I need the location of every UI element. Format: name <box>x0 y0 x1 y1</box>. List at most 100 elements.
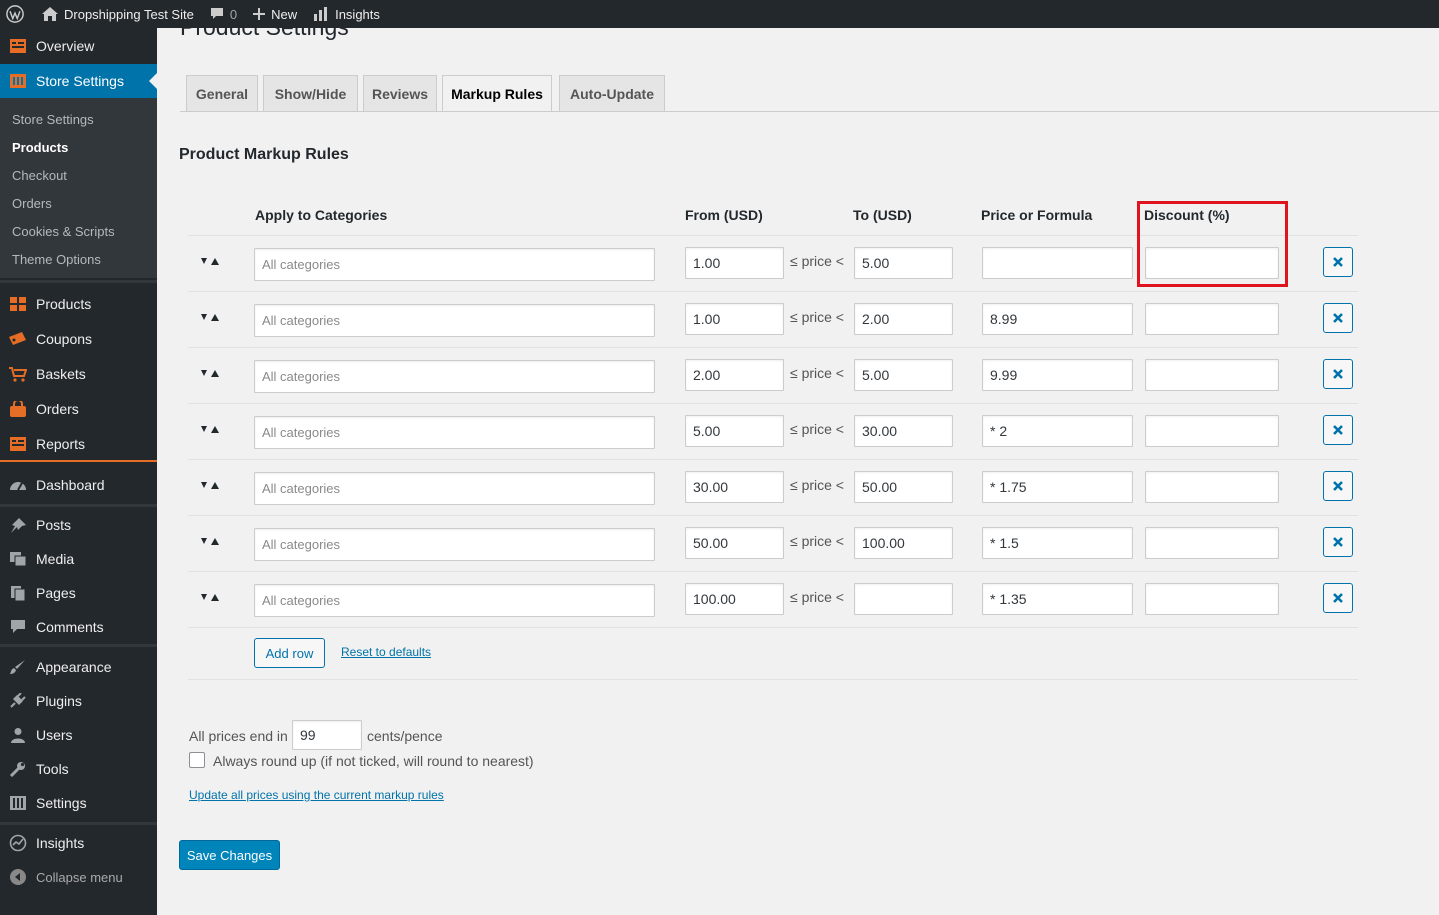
wordpress-logo-icon[interactable] <box>0 0 34 28</box>
to-input[interactable] <box>854 359 953 391</box>
to-input[interactable] <box>854 247 953 279</box>
menu-users[interactable]: Users <box>0 718 157 752</box>
category-input[interactable] <box>254 360 655 393</box>
close-icon <box>1333 425 1343 435</box>
menu-appearance[interactable]: Appearance <box>0 650 157 684</box>
tab-markup-rules[interactable]: Markup Rules <box>442 75 552 112</box>
delete-row-button[interactable] <box>1323 583 1353 613</box>
submenu-orders[interactable]: Orders <box>12 196 52 211</box>
menu-settings[interactable]: Settings <box>0 786 157 820</box>
to-input[interactable] <box>854 583 953 615</box>
sort-handle-icon[interactable] <box>195 527 225 557</box>
sort-handle-icon[interactable] <box>195 583 225 613</box>
category-input[interactable] <box>254 584 655 617</box>
site-name-link[interactable]: Dropshipping Test Site <box>34 0 202 28</box>
price-formula-input[interactable] <box>982 471 1133 503</box>
tab-auto-update[interactable]: Auto-Update <box>559 75 665 111</box>
menu-posts[interactable]: Posts <box>0 508 157 542</box>
menu-store-settings[interactable]: Store Settings <box>0 64 157 98</box>
sort-handle-icon[interactable] <box>195 303 225 333</box>
menu-products[interactable]: Products <box>0 287 157 321</box>
menu-orders[interactable]: Orders <box>0 392 157 426</box>
price-formula-input[interactable] <box>982 583 1133 615</box>
from-input[interactable] <box>685 527 784 559</box>
menu-dashboard[interactable]: Dashboard <box>0 468 157 502</box>
price-formula-input[interactable] <box>982 415 1133 447</box>
sort-handle-icon[interactable] <box>195 471 225 501</box>
category-input[interactable] <box>254 248 655 281</box>
close-icon <box>1333 481 1343 491</box>
sort-handle-icon[interactable] <box>195 247 225 277</box>
basket-icon <box>0 366 36 382</box>
cents-input[interactable] <box>292 720 362 750</box>
menu-insights[interactable]: Insights <box>0 826 157 860</box>
tab-reviews[interactable]: Reviews <box>363 75 437 111</box>
delete-row-button[interactable] <box>1323 247 1353 277</box>
price-formula-input[interactable] <box>982 247 1133 279</box>
menu-comments[interactable]: Comments <box>0 610 157 644</box>
menu-media[interactable]: Media <box>0 542 157 576</box>
menu-label: Posts <box>36 517 72 533</box>
discount-input[interactable] <box>1145 247 1279 279</box>
from-input[interactable] <box>685 247 784 279</box>
menu-pages[interactable]: Pages <box>0 576 157 610</box>
from-input[interactable] <box>685 415 784 447</box>
reset-defaults-link[interactable]: Reset to defaults <box>341 645 431 659</box>
submenu-products[interactable]: Products <box>12 140 68 155</box>
close-icon <box>1333 593 1343 603</box>
delete-row-button[interactable] <box>1323 471 1353 501</box>
submenu-cookies-scripts[interactable]: Cookies & Scripts <box>12 224 115 239</box>
sort-handle-icon[interactable] <box>195 359 225 389</box>
to-input[interactable] <box>854 303 953 335</box>
menu-tools[interactable]: Tools <box>0 752 157 786</box>
category-input[interactable] <box>254 472 655 505</box>
delete-row-button[interactable] <box>1323 415 1353 445</box>
submenu-checkout[interactable]: Checkout <box>12 168 67 183</box>
sort-handle-icon[interactable] <box>195 415 225 445</box>
discount-input[interactable] <box>1145 527 1279 559</box>
from-input[interactable] <box>685 359 784 391</box>
price-formula-input[interactable] <box>982 527 1133 559</box>
menu-reports[interactable]: Reports <box>0 427 157 461</box>
menu-overview[interactable]: Overview <box>0 29 157 63</box>
to-input[interactable] <box>854 527 953 559</box>
delete-row-button[interactable] <box>1323 303 1353 333</box>
tab-general[interactable]: General <box>186 75 258 111</box>
category-input[interactable] <box>254 304 655 337</box>
discount-input[interactable] <box>1145 471 1279 503</box>
price-formula-input[interactable] <box>982 303 1133 335</box>
menu-plugins[interactable]: Plugins <box>0 684 157 718</box>
submenu-theme-options[interactable]: Theme Options <box>12 252 101 267</box>
add-row-button[interactable]: Add row <box>254 638 325 668</box>
discount-input[interactable] <box>1145 415 1279 447</box>
delete-row-button[interactable] <box>1323 359 1353 389</box>
menu-baskets[interactable]: Baskets <box>0 357 157 391</box>
discount-input[interactable] <box>1145 583 1279 615</box>
round-up-checkbox[interactable] <box>189 752 205 768</box>
category-input[interactable] <box>254 528 655 561</box>
save-changes-button[interactable]: Save Changes <box>179 840 280 870</box>
menu-coupons[interactable]: Coupons <box>0 322 157 356</box>
submenu-store-settings[interactable]: Store Settings <box>12 112 94 127</box>
menu-label: Pages <box>36 585 76 601</box>
from-input[interactable] <box>685 471 784 503</box>
from-input[interactable] <box>685 303 784 335</box>
delete-row-button[interactable] <box>1323 527 1353 557</box>
to-input[interactable] <box>854 415 953 447</box>
tab-show-hide[interactable]: Show/Hide <box>263 75 358 111</box>
media-icon <box>0 551 36 567</box>
to-input[interactable] <box>854 471 953 503</box>
price-formula-input[interactable] <box>982 359 1133 391</box>
category-input[interactable] <box>254 416 655 449</box>
discount-input[interactable] <box>1145 303 1279 335</box>
page-title: Product Settings <box>180 14 349 40</box>
discount-input[interactable] <box>1145 359 1279 391</box>
price-range-label: ≤ price < <box>790 253 844 269</box>
cents-suffix-label: cents/pence <box>367 728 443 744</box>
collapse-menu-button[interactable]: Collapse menu <box>0 860 157 894</box>
update-prices-link[interactable]: Update all prices using the current mark… <box>189 788 444 802</box>
price-range-label: ≤ price < <box>790 589 844 605</box>
menu-separator <box>0 280 157 283</box>
prices-end-label: All prices end in <box>189 728 288 744</box>
from-input[interactable] <box>685 583 784 615</box>
